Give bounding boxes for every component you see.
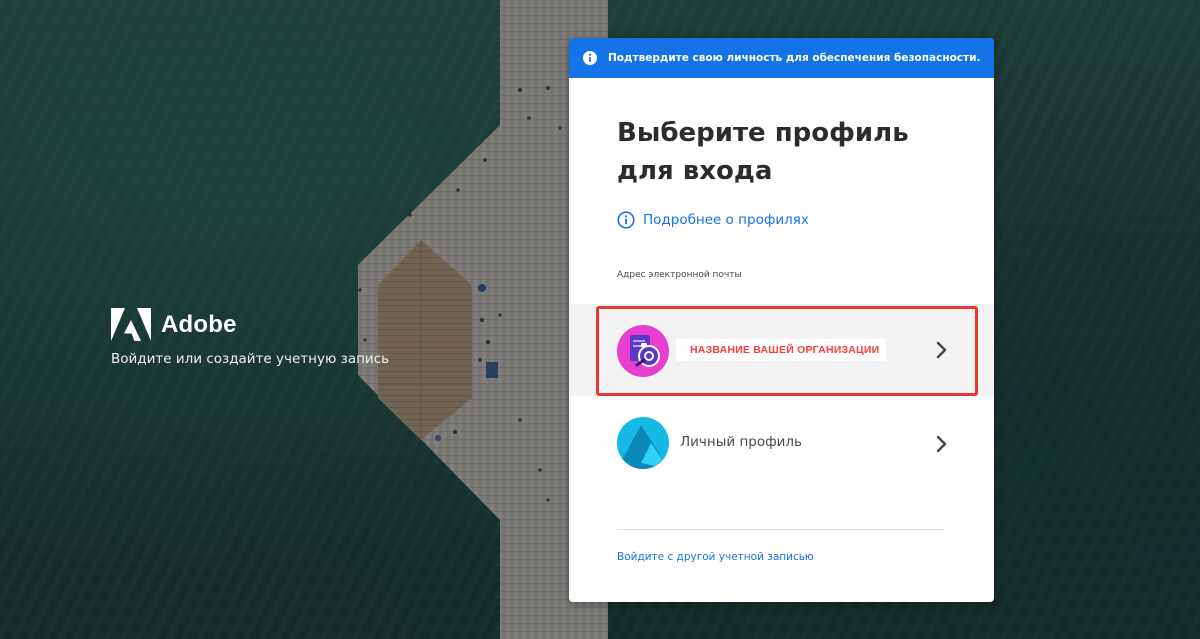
info-circle-icon xyxy=(617,211,635,229)
personal-profile-name: Личный профиль xyxy=(680,434,803,450)
divider xyxy=(617,529,945,530)
chevron-right-icon xyxy=(936,341,947,359)
brand-name: Adobe xyxy=(161,310,237,338)
organization-profile-option[interactable]: НАЗВАНИЕ ВАШЕЙ ОРГАНИЗАЦИИ xyxy=(569,304,994,396)
security-banner: Подтвердите свою личность для обеспечени… xyxy=(569,38,994,78)
org-name-box: НАЗВАНИЕ ВАШЕЙ ОРГАНИЗАЦИИ xyxy=(676,339,886,361)
personal-profile-option[interactable]: Личный профиль xyxy=(569,398,994,490)
org-avatar-icon xyxy=(617,325,669,377)
adobe-logo-icon xyxy=(111,308,151,341)
chevron-right-icon xyxy=(936,435,947,453)
security-banner-text: Подтвердите свою личность для обеспечени… xyxy=(608,52,981,64)
profile-selection-card: Подтвердите свою личность для обеспечени… xyxy=(569,38,994,602)
brand-row: Adobe xyxy=(111,308,389,341)
org-name: НАЗВАНИЕ ВАШЕЙ ОРГАНИЗАЦИИ xyxy=(690,344,880,356)
brand-tagline: Войдите или создайте учетную запись xyxy=(111,351,390,367)
info-icon xyxy=(583,51,597,65)
personal-avatar-icon xyxy=(617,417,669,469)
switch-account-link[interactable]: Войдите с другой учетной записью xyxy=(617,551,814,563)
email-label: Адрес электронной почты xyxy=(617,270,742,280)
learn-more-link[interactable]: Подробнее о профилях xyxy=(617,211,809,229)
brand-block: Adobe Войдите или создайте учетную запис… xyxy=(111,308,389,367)
learn-more-label: Подробнее о профилях xyxy=(643,212,809,228)
page-title: Выберите профиль для входа xyxy=(617,118,909,186)
